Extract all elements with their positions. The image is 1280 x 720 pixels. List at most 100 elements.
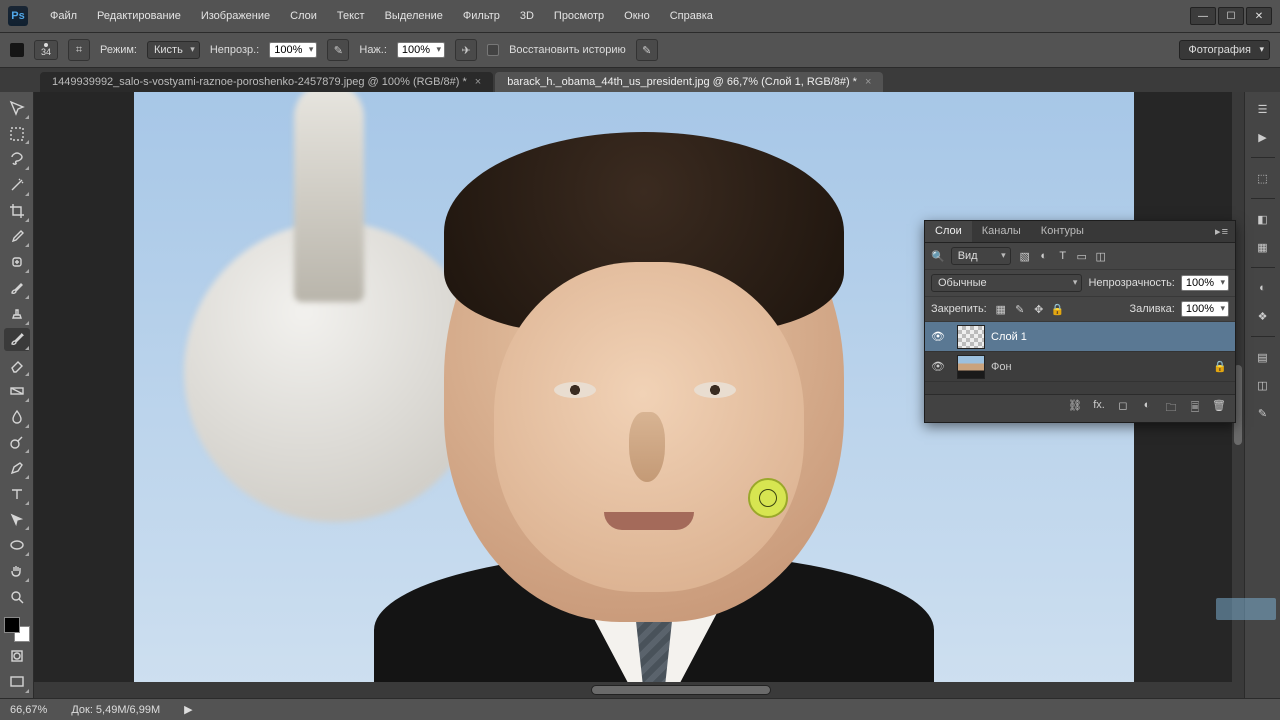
channels-tab[interactable]: Каналы xyxy=(972,221,1031,242)
window-close-button[interactable]: ✕ xyxy=(1246,7,1272,25)
type-tool[interactable] xyxy=(4,482,30,506)
filter-smart-icon[interactable]: ◫ xyxy=(1093,249,1109,263)
doc-tab-2-close-icon[interactable]: × xyxy=(865,76,871,88)
color-panel-icon[interactable]: ◧ xyxy=(1251,208,1275,230)
styles-panel-icon[interactable]: ❖ xyxy=(1251,305,1275,327)
menu-select[interactable]: Выделение xyxy=(375,0,453,32)
tool-preset-icon[interactable] xyxy=(10,43,24,57)
color-swatches[interactable] xyxy=(4,617,30,643)
clone-stamp-tool[interactable] xyxy=(4,302,30,326)
toolbox xyxy=(0,92,34,698)
lasso-tool[interactable] xyxy=(4,147,30,171)
layer-thumbnail[interactable] xyxy=(957,325,985,349)
menu-text[interactable]: Текст xyxy=(327,0,375,32)
properties-panel-icon[interactable]: ⬚ xyxy=(1251,167,1275,189)
magic-wand-tool[interactable] xyxy=(4,173,30,197)
gradient-tool[interactable] xyxy=(4,379,30,403)
new-layer-icon[interactable]: 🗏 xyxy=(1187,399,1203,418)
brush-size-picker[interactable]: 34 xyxy=(34,40,58,60)
airbrush-toggle[interactable]: ✈ xyxy=(455,39,477,61)
layer-visibility-icon[interactable]: 👁 xyxy=(925,330,951,343)
actions-panel-icon[interactable]: ▶ xyxy=(1251,126,1275,148)
swatches-panel-icon[interactable]: ▦ xyxy=(1251,236,1275,258)
pen-tool[interactable] xyxy=(4,456,30,480)
doc-tab-2[interactable]: barack_h._obama_44th_us_president.jpg @ … xyxy=(495,72,883,92)
hand-tool[interactable] xyxy=(4,559,30,583)
delete-layer-icon[interactable]: 🗑 xyxy=(1211,399,1227,418)
menu-help[interactable]: Справка xyxy=(660,0,723,32)
doc-tab-1-close-icon[interactable]: × xyxy=(475,76,481,88)
quick-mask-toggle[interactable] xyxy=(4,644,30,668)
history-brush-tool[interactable] xyxy=(4,328,30,352)
flow-input[interactable]: 100% xyxy=(397,42,445,58)
doc-tab-1[interactable]: 1449939992_salo-s-vostyami-raznoe-porosh… xyxy=(40,72,493,92)
channels-panel-icon[interactable]: ◫ xyxy=(1251,374,1275,396)
layer-name[interactable]: Фон xyxy=(991,361,1012,373)
marquee-tool[interactable] xyxy=(4,122,30,146)
document-size[interactable]: Док: 5,49M/6,99M xyxy=(71,704,160,716)
link-layers-icon[interactable]: ⛓ xyxy=(1067,399,1083,418)
eyedropper-tool[interactable] xyxy=(4,225,30,249)
lock-pixels-icon[interactable]: ✎ xyxy=(1012,302,1028,316)
layer-row-1[interactable]: 👁 Слой 1 xyxy=(925,322,1235,352)
layer-visibility-icon[interactable]: 👁 xyxy=(925,360,951,373)
restore-history-checkbox[interactable] xyxy=(487,44,499,56)
filter-adjust-icon[interactable]: ◐ xyxy=(1036,249,1052,263)
window-minimize-button[interactable]: — xyxy=(1190,7,1216,25)
healing-brush-tool[interactable] xyxy=(4,250,30,274)
history-panel-icon[interactable]: ☰ xyxy=(1251,98,1275,120)
filter-shape-icon[interactable]: ▭ xyxy=(1074,249,1090,263)
layer-fx-icon[interactable]: fx. xyxy=(1091,399,1107,418)
brush-cursor-icon xyxy=(748,478,788,518)
menu-3d[interactable]: 3D xyxy=(510,0,544,32)
brush-tool[interactable] xyxy=(4,276,30,300)
menu-image[interactable]: Изображение xyxy=(191,0,280,32)
menu-window[interactable]: Окно xyxy=(614,0,660,32)
layer-opacity-input[interactable]: 100% xyxy=(1181,275,1229,291)
brush-panel-toggle[interactable]: ⌗ xyxy=(68,39,90,61)
dodge-tool[interactable] xyxy=(4,431,30,455)
blend-mode-select[interactable]: Обычные xyxy=(931,274,1082,292)
shape-tool[interactable] xyxy=(4,533,30,557)
opacity-pressure-toggle[interactable]: ✎ xyxy=(327,39,349,61)
blend-mode-dropdown[interactable]: Кисть xyxy=(147,41,200,59)
layers-panel-icon[interactable]: ▤ xyxy=(1251,346,1275,368)
layer-row-2[interactable]: 👁 Фон 🔒 xyxy=(925,352,1235,382)
paths-tab[interactable]: Контуры xyxy=(1031,221,1094,242)
layer-name[interactable]: Слой 1 xyxy=(991,331,1027,343)
crop-tool[interactable] xyxy=(4,199,30,223)
lock-all-icon[interactable]: 🔒 xyxy=(1050,302,1066,316)
filter-type-icon[interactable]: T xyxy=(1055,249,1071,263)
window-maximize-button[interactable]: ☐ xyxy=(1218,7,1244,25)
panel-menu-icon[interactable]: ▸≡ xyxy=(1209,221,1235,242)
menu-edit[interactable]: Редактирование xyxy=(87,0,191,32)
layer-filter-dropdown[interactable]: Вид xyxy=(951,247,1011,265)
move-tool[interactable] xyxy=(4,96,30,120)
horizontal-scrollbar[interactable] xyxy=(34,682,1232,698)
add-mask-icon[interactable]: ◻ xyxy=(1115,399,1131,418)
screen-mode-toggle[interactable] xyxy=(4,670,30,694)
paths-panel-icon[interactable]: ✎ xyxy=(1251,402,1275,424)
fill-input[interactable]: 100% xyxy=(1181,301,1229,317)
tablet-pressure-toggle[interactable]: ✎ xyxy=(636,39,658,61)
menu-file[interactable]: Файл xyxy=(40,0,87,32)
zoom-level[interactable]: 66,67% xyxy=(10,704,47,716)
blur-tool[interactable] xyxy=(4,405,30,429)
status-flyout-icon[interactable]: ▶ xyxy=(184,703,192,716)
lock-position-icon[interactable]: ✥ xyxy=(1031,302,1047,316)
menu-view[interactable]: Просмотр xyxy=(544,0,614,32)
zoom-tool[interactable] xyxy=(4,585,30,609)
layer-thumbnail[interactable] xyxy=(957,355,985,379)
layers-tab[interactable]: Слои xyxy=(925,221,972,242)
opacity-input[interactable]: 100% xyxy=(269,42,317,58)
eraser-tool[interactable] xyxy=(4,353,30,377)
lock-transparency-icon[interactable]: ▦ xyxy=(993,302,1009,316)
workspace-switcher[interactable]: Фотография xyxy=(1179,40,1270,60)
path-selection-tool[interactable] xyxy=(4,508,30,532)
new-group-icon[interactable]: 🗀 xyxy=(1163,399,1179,418)
adjustment-layer-icon[interactable]: ◐ xyxy=(1139,399,1155,418)
menu-layers[interactable]: Слои xyxy=(280,0,327,32)
menu-filter[interactable]: Фильтр xyxy=(453,0,510,32)
adjustments-panel-icon[interactable]: ◐ xyxy=(1251,277,1275,299)
filter-pixel-icon[interactable]: ▧ xyxy=(1017,249,1033,263)
